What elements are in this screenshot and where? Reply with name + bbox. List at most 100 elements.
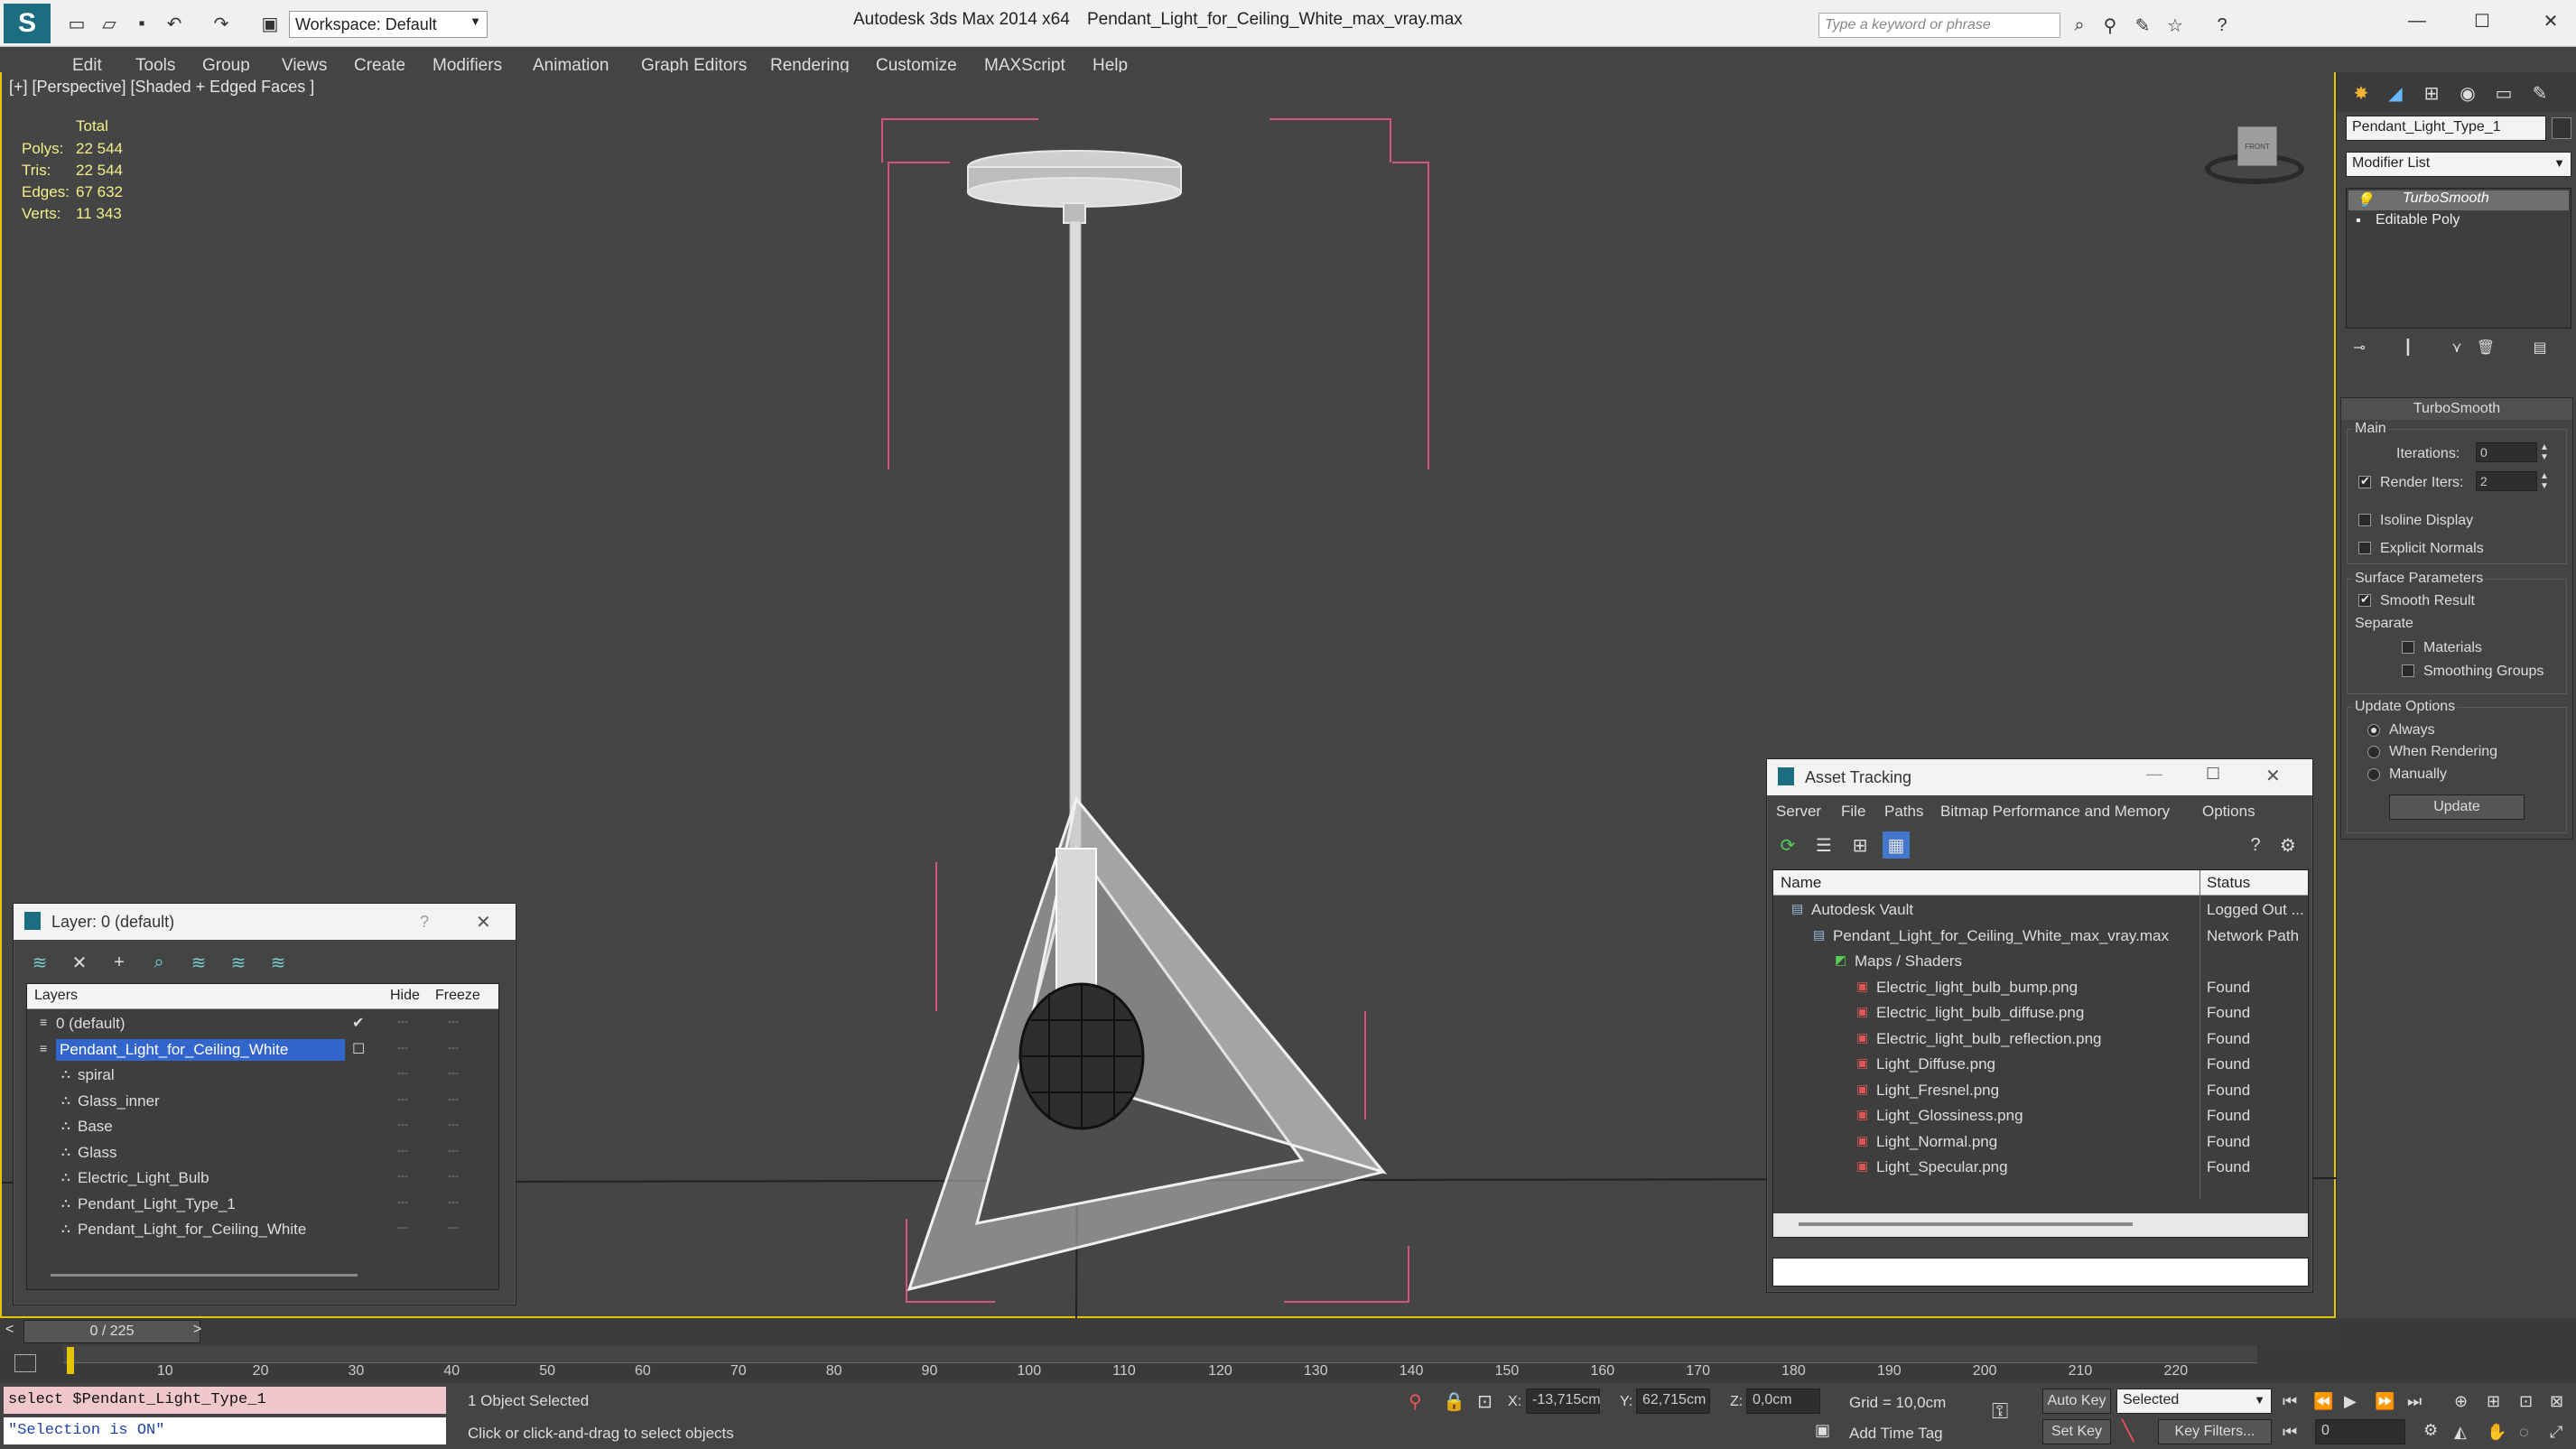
freeze-all-layers-icon[interactable]: ≋ — [265, 949, 292, 976]
layer-row[interactable]: ⛬ Glass_inner --- --- — [27, 1089, 498, 1114]
freeze-toggle[interactable]: --- — [448, 1144, 459, 1156]
close-icon[interactable]: ✕ — [2265, 765, 2281, 787]
motion-tab-icon[interactable]: ◉ — [2454, 79, 2481, 107]
field-of-view-icon[interactable]: ◭ — [2454, 1423, 2467, 1442]
freeze-toggle[interactable]: --- — [448, 1092, 459, 1105]
asset-row[interactable]: ▣ Electric_light_bulb_diffuse.png Found — [1773, 1000, 2308, 1026]
y-coord-field[interactable]: 62,715cm — [1636, 1389, 1710, 1414]
create-layer-icon[interactable]: ≋ — [26, 949, 53, 976]
time-next-icon[interactable]: > — [193, 1322, 201, 1338]
asset-row[interactable]: ▤ Autodesk Vault Logged Out ... — [1773, 897, 2308, 923]
freeze-toggle[interactable]: --- — [448, 1195, 459, 1208]
viewcube-box[interactable]: FRONT — [2237, 126, 2277, 166]
asset-menu-server[interactable]: Server — [1776, 803, 1821, 821]
asset-path-field[interactable] — [1772, 1258, 2309, 1286]
hide-toggle[interactable]: --- — [397, 1221, 408, 1233]
go-to-end-icon[interactable]: ⏭ — [2407, 1392, 2422, 1411]
col-layers[interactable]: Layers — [34, 988, 78, 1004]
smoothing-groups-checkbox[interactable] — [2402, 664, 2414, 677]
add-to-layer-icon[interactable]: + — [106, 949, 133, 976]
current-layer-check-icon[interactable]: ✔ — [352, 1014, 364, 1032]
zoom-extents-icon[interactable]: ⊡ — [2519, 1392, 2533, 1411]
make-unique-icon[interactable]: ⋎ — [2443, 334, 2470, 361]
layer-row[interactable]: ⛬ Pendant_Light_Type_1 --- --- — [27, 1192, 498, 1217]
stack-item-editable-poly[interactable]: ▪ Editable Poly — [2348, 212, 2569, 232]
manually-radio[interactable] — [2367, 768, 2380, 781]
col-name[interactable]: Name — [1781, 874, 1821, 892]
select-in-layer-icon[interactable]: ⌕ — [145, 949, 172, 976]
isoline-display-checkbox[interactable] — [2358, 514, 2371, 526]
utilities-tab-icon[interactable]: ✎ — [2526, 79, 2553, 107]
hide-toggle[interactable]: --- — [397, 1066, 408, 1079]
freeze-toggle[interactable]: --- — [448, 1041, 459, 1054]
previous-frame-icon[interactable]: ⏪ — [2313, 1392, 2333, 1411]
key-icon[interactable]: ⚿ — [1992, 1399, 2008, 1425]
object-color-swatch[interactable] — [2552, 117, 2571, 139]
layer-row[interactable]: ⛬ Base --- --- — [27, 1114, 498, 1139]
asset-row[interactable]: ▣ Light_Glossiness.png Found — [1773, 1103, 2308, 1129]
zoom-icon[interactable]: ⊕ — [2454, 1392, 2468, 1411]
close-icon[interactable]: ✕ — [2537, 7, 2564, 34]
hide-all-layers-icon[interactable]: ≋ — [225, 949, 252, 976]
asset-row[interactable]: ◩ Maps / Shaders — [1773, 949, 2308, 974]
key-mode-toggle-icon[interactable]: ⏮ — [2283, 1423, 2297, 1442]
add-time-tag-icon[interactable]: ▣ — [1815, 1421, 1830, 1440]
close-icon[interactable]: ✕ — [476, 911, 491, 933]
selection-lock-icon[interactable]: 🔒 — [1443, 1390, 1465, 1413]
layer-row[interactable]: ⛬ Glass --- --- — [27, 1140, 498, 1166]
freeze-toggle[interactable]: --- — [448, 1221, 459, 1233]
orbit-icon[interactable]: ◌ — [2519, 1423, 2529, 1442]
zoom-extents-all-icon[interactable]: ⊠ — [2550, 1392, 2563, 1411]
track-bar[interactable]: 10 20 30 40 50 60 70 80 90 100 110 120 130 140 150 160 1… — [0, 1345, 2339, 1383]
asset-menu-options[interactable]: Options — [2202, 803, 2255, 821]
refresh-icon[interactable]: ⟳ — [1774, 831, 1801, 859]
freeze-toggle[interactable]: --- — [448, 1015, 459, 1027]
zoom-all-icon[interactable]: ⊞ — [2487, 1392, 2500, 1411]
configure-modifier-sets-icon[interactable]: ▤ — [2526, 334, 2553, 361]
spinner-arrows-icon[interactable]: ▲ ▼ — [2540, 442, 2549, 462]
maximize-viewport-icon[interactable]: ⤢ — [2550, 1423, 2562, 1442]
freeze-toggle[interactable]: --- — [448, 1066, 459, 1079]
explicit-normals-checkbox[interactable] — [2358, 542, 2371, 554]
asset-row[interactable]: ▣ Light_Diffuse.png Found — [1773, 1052, 2308, 1077]
stack-item-turbosmooth[interactable]: 💡 TurboSmooth — [2348, 190, 2569, 210]
remove-modifier-icon[interactable]: 🗑 — [2472, 334, 2499, 361]
delete-layer-icon[interactable]: ✕ — [66, 949, 93, 976]
go-to-start-icon[interactable]: ⏮ — [2283, 1392, 2297, 1411]
hide-toggle[interactable]: --- — [397, 1169, 408, 1182]
time-slider-thumb[interactable]: 0 / 225 — [23, 1320, 200, 1343]
render-iters-spinner[interactable]: 2 — [2476, 471, 2537, 491]
col-hide[interactable]: Hide — [390, 988, 420, 1004]
hide-toggle[interactable]: --- — [397, 1195, 408, 1208]
search-input[interactable]: Type a keyword or phrase — [1818, 13, 2060, 38]
hide-toggle[interactable]: --- — [397, 1015, 408, 1027]
time-prev-icon[interactable]: < — [5, 1322, 14, 1338]
modifier-list-dropdown[interactable]: Modifier List ▼ — [2346, 152, 2571, 177]
track-ruler[interactable] — [63, 1345, 2257, 1363]
binoculars-icon[interactable]: ⌕ — [2066, 12, 2093, 39]
asset-row[interactable]: ▤ Pendant_Light_for_Ceiling_White_max_vra… — [1773, 924, 2308, 949]
scrollbar-thumb[interactable] — [1799, 1222, 2133, 1226]
list-view-icon[interactable]: ☰ — [1810, 831, 1837, 859]
asset-settings-icon[interactable]: ⚙ — [2274, 831, 2302, 859]
asset-menu-paths[interactable]: Paths — [1884, 803, 1923, 821]
hide-toggle[interactable]: --- — [397, 1144, 408, 1156]
favorites-icon[interactable]: ☆ — [2162, 12, 2189, 39]
render-iters-checkbox[interactable] — [2358, 474, 2371, 488]
z-coord-field[interactable]: 0,0cm — [1746, 1389, 1820, 1414]
lightbulb-icon[interactable]: 💡 — [2356, 191, 2374, 209]
always-radio[interactable] — [2367, 724, 2380, 737]
project-folder-icon[interactable]: ▣ — [256, 10, 284, 37]
open-file-icon[interactable]: ▱ — [96, 10, 123, 37]
next-frame-icon[interactable]: ⏩ — [2375, 1392, 2395, 1411]
modify-tab-icon[interactable]: ◢ — [2382, 79, 2409, 107]
col-status[interactable]: Status — [2207, 874, 2250, 892]
show-end-result-icon[interactable]: ┃ — [2395, 334, 2422, 361]
layer-row[interactable]: ⛬ spiral --- --- — [27, 1063, 498, 1088]
time-configuration-icon[interactable]: ⚙ — [2423, 1421, 2438, 1440]
x-coord-field[interactable]: -13,715cm — [1526, 1389, 1601, 1414]
current-layer-box-icon[interactable]: ☐ — [352, 1040, 365, 1058]
help-icon[interactable]: ? — [2209, 12, 2236, 39]
layer-list-scrollbar[interactable] — [51, 1274, 358, 1277]
help-icon[interactable]: ? — [420, 913, 429, 932]
